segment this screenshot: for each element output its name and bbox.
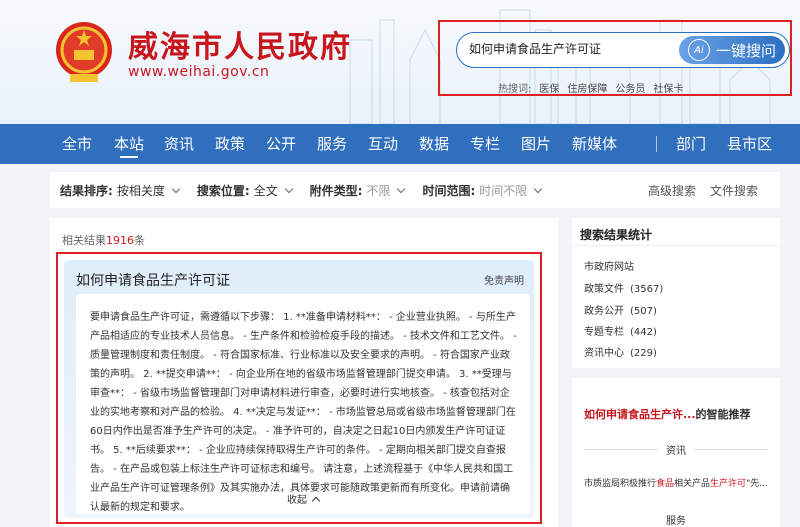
stats-box: 搜索结果统计 市政府网站 政策文件 (3567) 政务公开 (507) 专题专栏 (4… [572, 218, 780, 368]
result-count-prefix: 相关结果 [62, 234, 106, 247]
nav-item-data[interactable]: 数据 [419, 124, 449, 164]
recommend-suffix: 的智能推荐 [695, 408, 751, 421]
recommend-item-highlight: 食品 [656, 479, 675, 489]
stats-row-label: 政策文件 [584, 284, 624, 295]
recommend-item-text: 市质监局积极推行 [584, 479, 657, 489]
search-highlight-frame: Ai 一键搜问 热搜词: 医保 住房保障 公务员 社保卡 [438, 20, 792, 96]
hot-words-label: 热搜词: [498, 84, 532, 95]
recommend-category-news: 资讯 [572, 442, 780, 457]
stats-row-count: (442) [630, 327, 657, 338]
attachment-type-select[interactable]: 不限 [366, 182, 390, 199]
results-panel: 相关结果1916条 如何申请食品生产许可证 免责声明 要申请食品生产许可证，需遵… [50, 218, 558, 527]
disclaimer-link[interactable]: 免责声明 [484, 272, 524, 287]
nav-item-column[interactable]: 专栏 [470, 124, 500, 164]
nav-item-interaction[interactable]: 互动 [368, 124, 398, 164]
recommend-item-text: 相关产品 [674, 479, 711, 489]
search-box: Ai 一键搜问 [456, 32, 790, 68]
recommend-item-text: "先... [746, 479, 768, 489]
nav-item-new-media[interactable]: 新媒体 [572, 124, 617, 164]
nav-divider [656, 136, 657, 152]
site-header: 威海市人民政府 www.weihai.gov.cn Ai 一键搜问 热搜词: 医… [0, 0, 800, 124]
nav-item-departments[interactable]: 部门 [676, 124, 706, 164]
sort-select[interactable]: 按相关度 [117, 182, 165, 199]
result-count: 相关结果1916条 [62, 232, 145, 248]
chevron-down-icon[interactable] [284, 184, 293, 193]
recommend-category-service: 服务 [666, 516, 686, 527]
ai-answer-card: 如何申请食品生产许可证 免责声明 要申请食品生产许可证，需遵循以下步骤： 1. … [64, 260, 534, 518]
search-input[interactable] [469, 41, 669, 55]
ai-icon: Ai [687, 39, 710, 61]
hot-word[interactable]: 公务员 [615, 80, 645, 95]
position-select[interactable]: 全文 [254, 182, 278, 199]
attachment-type-label: 附件类型: [309, 183, 363, 198]
stats-row-count: (3567) [630, 284, 664, 295]
stats-row-label: 专题专栏 [584, 327, 624, 338]
chevron-down-icon[interactable] [397, 184, 406, 193]
site-url: www.weihai.gov.cn [128, 64, 270, 80]
stats-row[interactable]: 资讯中心 (229) [584, 344, 657, 359]
stats-row-label: 政务公开 [584, 306, 624, 317]
stats-row-count: (229) [630, 348, 657, 359]
ai-answer-highlight-frame: 如何申请食品生产许可证 免责声明 要申请食品生产许可证，需遵循以下步骤： 1. … [56, 252, 542, 524]
stats-group-label: 市政府网站 [584, 262, 634, 273]
hot-word[interactable]: 社保卡 [653, 80, 683, 95]
nav-item-policy[interactable]: 政策 [215, 124, 245, 164]
recommend-item-link[interactable]: 市质监局积极推行食品相关产品生产许可"先... [584, 476, 768, 489]
nav-item-service[interactable]: 服务 [317, 124, 347, 164]
file-search-link[interactable]: 文件搜索 [710, 182, 758, 199]
collapse-label: 收起 [287, 495, 307, 506]
recommend-category-label: 资讯 [658, 446, 694, 457]
site-title: 威海市人民政府 [128, 30, 352, 65]
stats-row[interactable]: 政务公开 (507) [584, 302, 657, 317]
recommend-item-highlight: 生产许可 [710, 479, 747, 489]
sidebar: 搜索结果统计 市政府网站 政策文件 (3567) 政务公开 (507) 专题专栏 (4… [572, 218, 780, 527]
stats-row[interactable]: 政策文件 (3567) [584, 280, 663, 295]
stats-title: 搜索结果统计 [572, 218, 780, 246]
position-label: 搜索位置: [196, 183, 250, 198]
chevron-down-icon[interactable] [171, 184, 181, 193]
chevron-up-icon [311, 496, 321, 506]
hot-word[interactable]: 医保 [539, 80, 559, 95]
recommend-title: 如何申请食品生产许...的智能推荐 [584, 406, 751, 422]
collapse-button[interactable]: 收起 [76, 491, 530, 510]
advanced-search-link[interactable]: 高级搜索 [648, 182, 696, 199]
ai-answer-title: 如何申请食品生产许可证 [76, 273, 230, 289]
time-range-label: 时间范围: [422, 183, 476, 198]
sort-label: 结果排序: [60, 183, 113, 198]
search-filter-bar: 结果排序: 按相关度 搜索位置: 全文 附件类型: 不限 时间范围: 时间不限 … [50, 172, 780, 208]
ai-search-button-label: 一键搜问 [715, 41, 776, 60]
recommend-query: 如何申请食品生产许... [584, 408, 696, 421]
smart-recommend-box: 如何申请食品生产许...的智能推荐 资讯 市质监局积极推行食品相关产品生产许可"… [572, 378, 780, 527]
stats-row-count: (507) [630, 306, 657, 317]
hot-word[interactable]: 住房保障 [567, 80, 607, 95]
nav-item-images[interactable]: 图片 [521, 124, 551, 164]
ai-answer-text: 要申请食品生产许可证，需遵循以下步骤： 1. **准备申请材料**： - 企业营… [90, 312, 517, 513]
national-emblem-logo [56, 22, 112, 82]
result-count-number: 1916 [106, 234, 134, 247]
result-count-suffix: 条 [134, 234, 145, 247]
ai-answer-body: 要申请食品生产许可证，需遵循以下步骤： 1. **准备申请材料**： - 企业营… [76, 294, 530, 514]
nav-item-public[interactable]: 公开 [266, 124, 296, 164]
time-range-select[interactable]: 时间不限 [479, 182, 527, 199]
ai-search-button[interactable]: Ai 一键搜问 [679, 36, 785, 64]
nav-item-all-city[interactable]: 全市 [62, 124, 92, 164]
main-nav: 全市 本站 资讯 政策 公开 服务 互动 数据 专栏 图片 新媒体 部门 县市区 [0, 124, 800, 164]
nav-item-news[interactable]: 资讯 [164, 124, 194, 164]
stats-row[interactable]: 专题专栏 (442) [584, 323, 657, 338]
stats-row-label: 资讯中心 [584, 348, 624, 359]
chevron-down-icon[interactable] [534, 184, 543, 193]
nav-item-this-site[interactable]: 本站 [114, 124, 144, 164]
nav-item-counties[interactable]: 县市区 [727, 124, 772, 164]
hot-words: 热搜词: 医保 住房保障 公务员 社保卡 [498, 80, 683, 95]
